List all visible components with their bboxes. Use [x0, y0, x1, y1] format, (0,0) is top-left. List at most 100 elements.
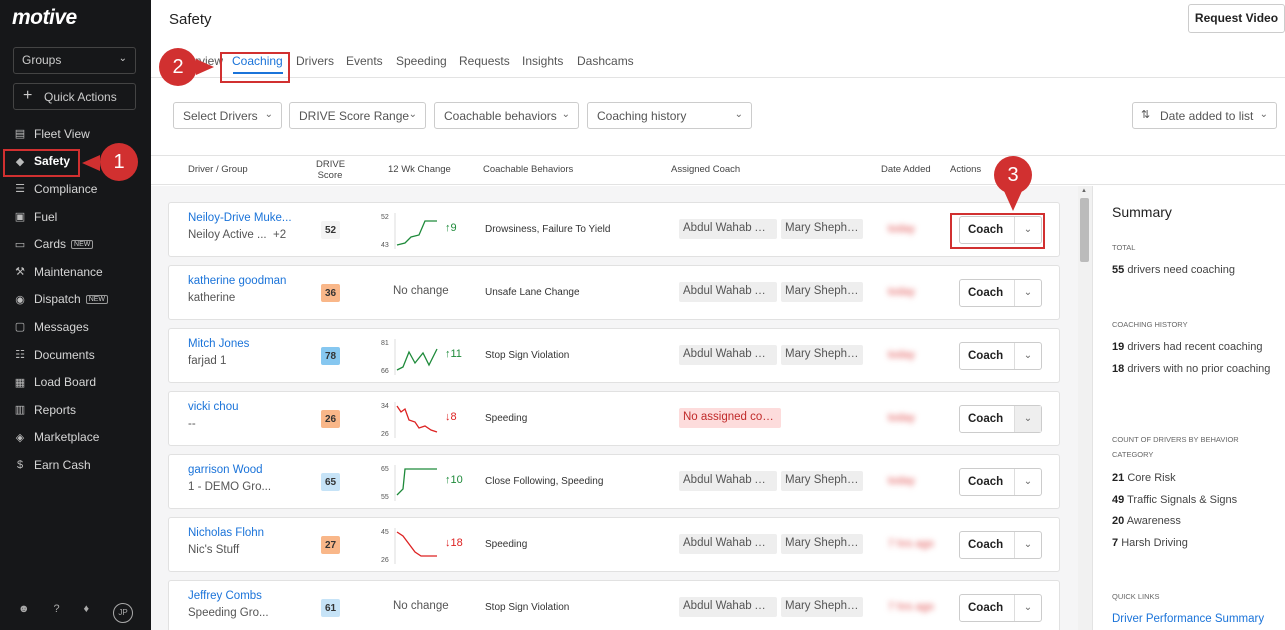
user-settings-icon[interactable]: ☻	[18, 603, 30, 623]
coachable-behaviors: Speeding	[485, 413, 528, 424]
col-assigned-coach[interactable]: Assigned Coach	[671, 164, 740, 175]
callout-pointer-3	[1004, 191, 1022, 211]
select-drivers-filter[interactable]: Select Drivers ⌄	[173, 102, 282, 129]
filter-label: DRIVE Score Range	[299, 109, 410, 123]
score-change: ↑11	[445, 348, 462, 360]
chevron-down-icon[interactable]: ⌄	[1014, 343, 1041, 369]
sidebar-item-reports[interactable]: ▥ Reports	[0, 396, 151, 424]
drive-score-range-filter[interactable]: DRIVE Score Range ⌄	[289, 102, 426, 129]
group-name: katherine	[188, 292, 236, 304]
coach-chip: Mary Shepherd	[781, 219, 863, 239]
col-coachable-behaviors[interactable]: Coachable Behaviors	[483, 164, 573, 175]
col-driver-group[interactable]: Driver / Group	[188, 164, 248, 175]
sidebar-item-fuel[interactable]: ▣ Fuel	[0, 203, 151, 231]
coach-label: Coach	[968, 413, 1004, 425]
chevron-down-icon[interactable]: ⌄	[1014, 280, 1041, 306]
tab-requests[interactable]: Requests	[459, 54, 510, 68]
sidebar-item-label: Reports	[34, 402, 77, 417]
callout-box-safety	[3, 149, 80, 177]
driver-name-link[interactable]: Mitch Jones	[188, 338, 249, 350]
coaching-history-filter[interactable]: Coaching history ⌄	[587, 102, 752, 129]
sparkline-path	[396, 220, 437, 246]
request-video-button[interactable]: Request Video	[1188, 4, 1285, 33]
coachable-behaviors: Speeding	[485, 539, 528, 550]
coach-button[interactable]: Coach ⌄	[959, 531, 1042, 559]
list-scrollbar[interactable]: ▲	[1078, 186, 1092, 630]
help-icon[interactable]: ?	[53, 603, 59, 623]
filter-label: Coaching history	[597, 109, 687, 123]
table-row[interactable]: Mitch Jones farjad 1 78 81 66 ↑11 Stop Sign Vi…	[168, 328, 1060, 383]
top-bar: Safety Request Video	[151, 0, 1285, 38]
chevron-down-icon: ⌄	[1259, 109, 1268, 120]
coachable-behaviors-filter[interactable]: Coachable behaviors ⌄	[434, 102, 579, 129]
category-count: 7	[1112, 537, 1119, 549]
coach-button[interactable]: Coach ⌄	[959, 468, 1042, 496]
coach-button[interactable]: Coach ⌄	[959, 279, 1042, 307]
table-row[interactable]: katherine goodman katherine 36 No change Uns…	[168, 265, 1060, 320]
scroll-up-icon[interactable]: ▲	[1081, 188, 1087, 194]
tab-drivers[interactable]: Drivers	[296, 54, 334, 68]
coach-button[interactable]: Coach ⌄	[959, 594, 1042, 622]
sort-dropdown[interactable]: ⇅ Date added to list ⌄	[1132, 102, 1277, 129]
noprior-text: drivers with no prior coaching	[1127, 363, 1271, 375]
chevron-down-icon[interactable]: ⌄	[1014, 532, 1041, 558]
driver-group: farjad 1	[188, 355, 226, 367]
messages-icon: ▢	[14, 321, 26, 334]
group-name: Speeding Gro...	[188, 607, 269, 619]
category-count: 20	[1112, 515, 1125, 527]
sidebar-item-dispatch[interactable]: ◉ Dispatch NEW	[0, 286, 151, 314]
sparkline-svg: 81 66	[381, 339, 438, 375]
table-row[interactable]: Jeffrey Combs Speeding Gro... 61 No change S…	[168, 580, 1060, 630]
sidebar-item-cards[interactable]: ▭ Cards NEW	[0, 230, 151, 258]
group-name: --	[188, 418, 196, 430]
coach-button[interactable]: Coach ⌄	[959, 405, 1042, 433]
sidebar-item-documents[interactable]: ☷ Documents	[0, 341, 151, 369]
driver-performance-summary-link[interactable]: Driver Performance Summary	[1112, 613, 1264, 625]
tab-insights[interactable]: Insights	[522, 54, 563, 68]
drive-score-badge: 52	[321, 221, 340, 239]
coach-label: Coach	[968, 350, 1004, 362]
tab-speeding[interactable]: Speeding	[396, 54, 447, 68]
driver-name-link[interactable]: Nicholas Flohn	[188, 527, 264, 539]
scrollbar-thumb[interactable]	[1080, 198, 1089, 262]
table-row[interactable]: Nicholas Flohn Nic's Stuff 27 45 26 ↓18 Speedi…	[168, 517, 1060, 572]
spark-low-label: 43	[381, 242, 389, 249]
driver-name-link[interactable]: garrison Wood	[188, 464, 263, 476]
callout-box-coach	[950, 213, 1045, 249]
table-row[interactable]: garrison Wood 1 - DEMO Gro... 65 65 55 ↑10 Clo…	[168, 454, 1060, 509]
chevron-down-icon[interactable]: ⌄	[1014, 595, 1041, 621]
col-12wk-change[interactable]: 12 Wk Change	[388, 164, 451, 175]
tab-events[interactable]: Events	[346, 54, 383, 68]
sidebar-item-messages[interactable]: ▢ Messages	[0, 313, 151, 341]
date-added: 7 hrs ago	[888, 538, 934, 550]
driver-name-link[interactable]: Jeffrey Combs	[188, 590, 262, 602]
driver-name-link[interactable]: katherine goodman	[188, 275, 286, 287]
sidebar-item-load-board[interactable]: ▦ Load Board	[0, 368, 151, 396]
drive-score-badge: 61	[321, 599, 340, 617]
sidebar-item-maintenance[interactable]: ⚒ Maintenance	[0, 258, 151, 286]
table-row[interactable]: vicki chou -- 26 34 26 ↓8 Speeding No assigned …	[168, 391, 1060, 446]
sort-label: Date added to list	[1160, 109, 1254, 123]
sidebar-item-marketplace[interactable]: ◈ Marketplace	[0, 424, 151, 452]
col-drive-score[interactable]: DRIVE Score	[316, 159, 345, 181]
motive-logo[interactable]: motive	[12, 6, 77, 30]
score-change: ↓18	[445, 537, 463, 549]
recent-stat: 19 drivers had recent coaching	[1112, 340, 1262, 355]
bell-icon[interactable]: ♦	[83, 603, 89, 623]
coach-button[interactable]: Coach ⌄	[959, 342, 1042, 370]
chevron-down-icon[interactable]: ⌄	[1014, 406, 1041, 432]
groups-dropdown[interactable]: Groups ⌄	[13, 47, 136, 74]
sidebar-item-fleet-view[interactable]: ▤ Fleet View	[0, 120, 151, 148]
avatar[interactable]: JP	[113, 603, 133, 623]
driver-name-link[interactable]: vicki chou	[188, 401, 239, 413]
table-row[interactable]: Neiloy-Drive Muke... Neiloy Active ... +2…	[168, 202, 1060, 257]
chevron-down-icon[interactable]: ⌄	[1014, 469, 1041, 495]
sidebar-item-earn-cash[interactable]: $ Earn Cash	[0, 451, 151, 479]
driver-name-link[interactable]: Neiloy-Drive Muke...	[188, 212, 292, 224]
summary-title: Summary	[1112, 204, 1172, 220]
tab-dashcams[interactable]: Dashcams	[577, 54, 634, 68]
spark-low-label: 26	[381, 557, 389, 564]
sidebar-item-compliance[interactable]: ☰ Compliance	[0, 175, 151, 203]
quick-actions-button[interactable]: + Quick Actions	[13, 83, 136, 110]
col-date-added[interactable]: Date Added	[881, 164, 931, 175]
